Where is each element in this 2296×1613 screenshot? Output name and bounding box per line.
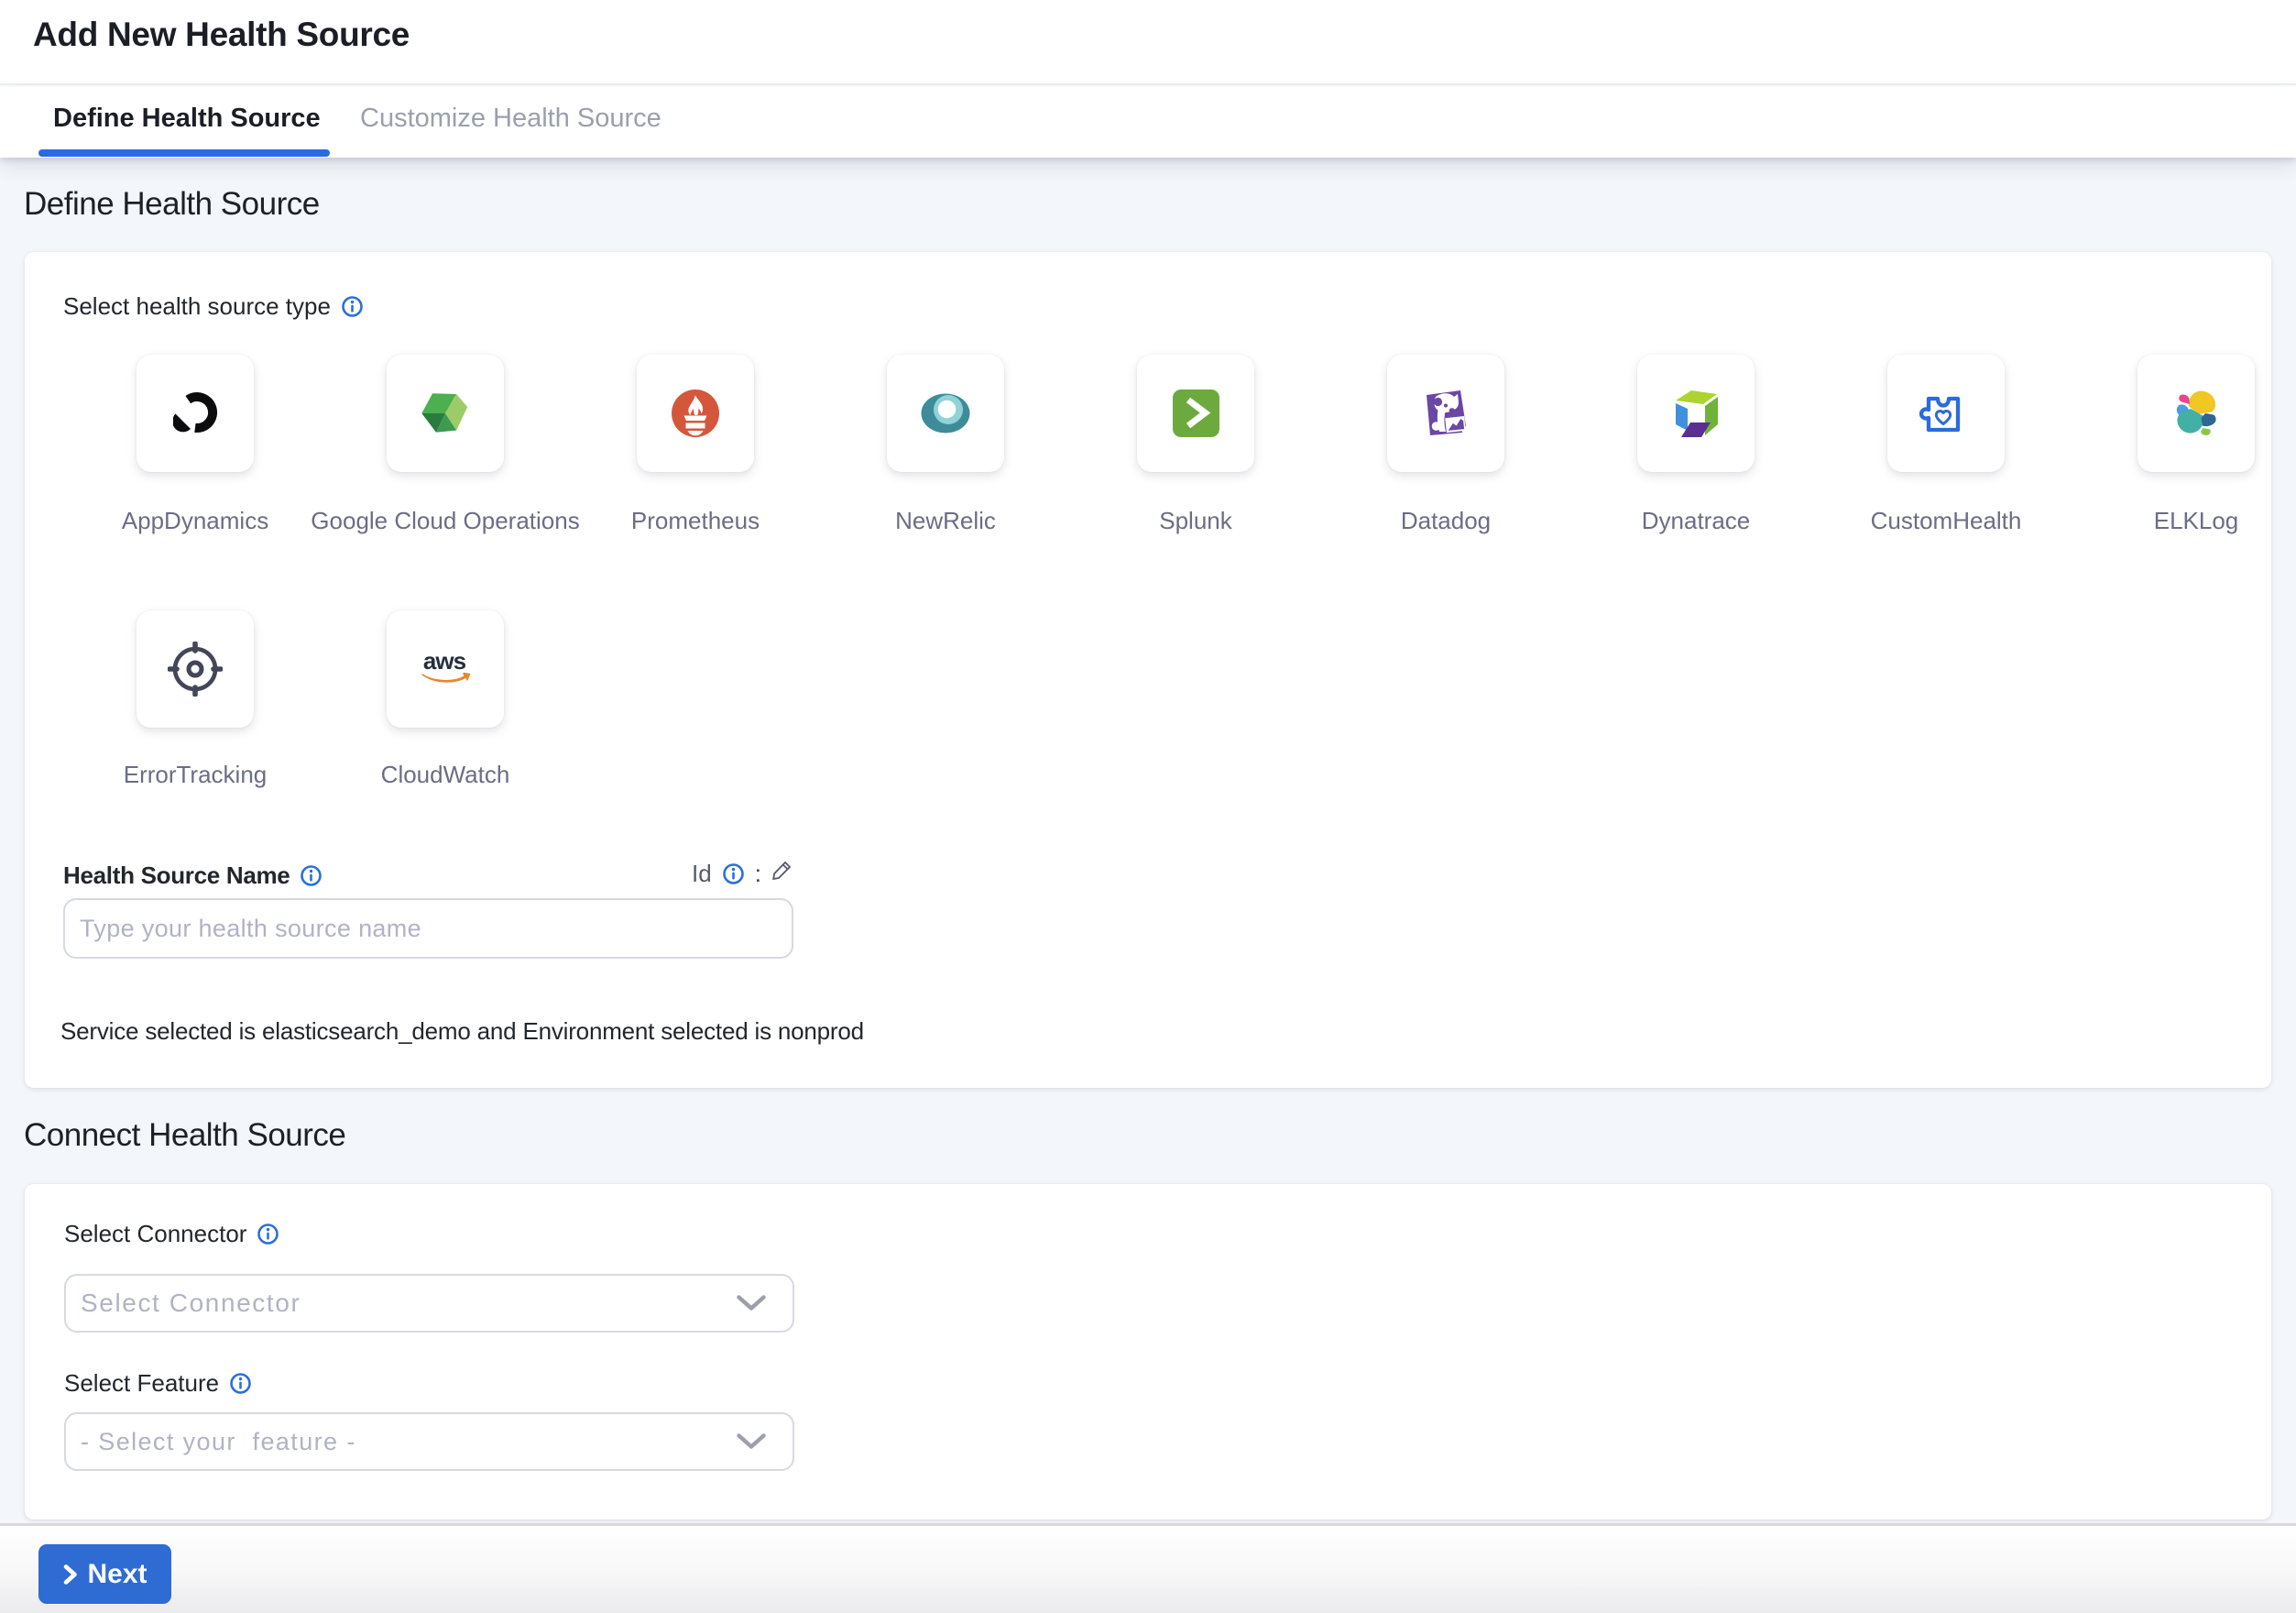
svg-text:aws: aws [423,649,466,675]
